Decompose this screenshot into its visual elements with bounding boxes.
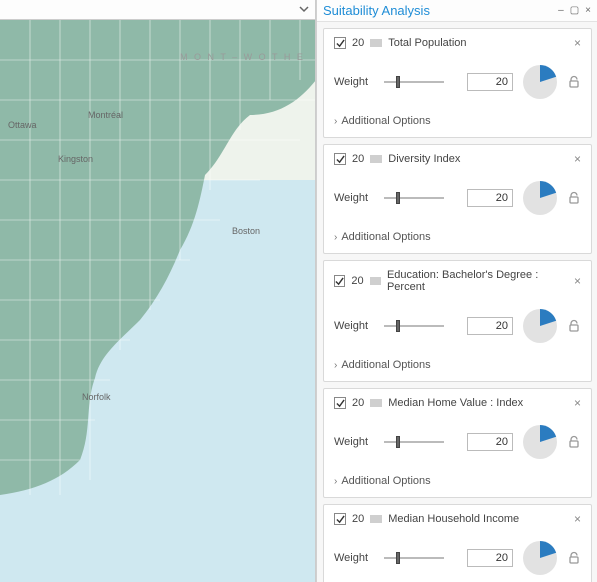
panel-title: Suitability Analysis: [323, 3, 430, 18]
map-label: Boston: [232, 226, 260, 236]
criteria-year-prefix: 20: [351, 275, 363, 287]
criteria-card: 20 Median Home Value : Index × Weight › …: [323, 388, 592, 498]
additional-options-label: Additional Options: [341, 359, 430, 371]
remove-criteria-button[interactable]: ×: [574, 513, 581, 525]
criteria-name: Education: Bachelor's Degree : Percent: [387, 269, 568, 293]
criteria-year-prefix: 20: [352, 37, 364, 49]
additional-options-toggle[interactable]: › Additional Options: [334, 115, 581, 127]
weight-slider[interactable]: [384, 319, 444, 333]
criteria-checkbox[interactable]: [334, 513, 346, 525]
chevron-right-icon: ›: [334, 232, 337, 243]
criteria-year-prefix: 20: [352, 397, 364, 409]
redacted-segment: [370, 155, 382, 163]
weight-input[interactable]: [467, 189, 513, 207]
weight-label: Weight: [334, 552, 376, 564]
window-controls: – ▢ ×: [558, 6, 591, 16]
redacted-segment: [370, 399, 382, 407]
weight-slider[interactable]: [384, 191, 444, 205]
remove-criteria-button[interactable]: ×: [574, 153, 581, 165]
weight-slider[interactable]: [384, 435, 444, 449]
panel-header: Suitability Analysis – ▢ ×: [317, 0, 597, 22]
remove-criteria-button[interactable]: ×: [574, 37, 581, 49]
additional-options-label: Additional Options: [341, 115, 430, 127]
weight-pie-icon: [521, 179, 559, 217]
criteria-card: 20 Education: Bachelor's Degree : Percen…: [323, 260, 592, 382]
weight-label: Weight: [334, 76, 376, 88]
map-pane: Ottawa Montréal Kingston Boston Norfolk …: [0, 0, 316, 582]
criteria-card: 20 Total Population × Weight › Additiona…: [323, 28, 592, 138]
maximize-button[interactable]: ▢: [570, 6, 579, 16]
map-label: Kingston: [58, 154, 93, 164]
additional-options-label: Additional Options: [341, 475, 430, 487]
chevron-right-icon: ›: [334, 360, 337, 371]
additional-options-toggle[interactable]: › Additional Options: [334, 359, 581, 371]
criteria-card: 20 Median Household Income × Weight › Ad…: [323, 504, 592, 582]
weight-pie-icon: [521, 539, 559, 577]
weight-input[interactable]: [467, 73, 513, 91]
weight-pie-icon: [521, 423, 559, 461]
map-road-label: M O N T – W O T H E: [180, 52, 305, 62]
criteria-list: 20 Total Population × Weight › Additiona…: [317, 22, 597, 582]
weight-pie-icon: [521, 63, 559, 101]
weight-label: Weight: [334, 320, 376, 332]
minimize-button[interactable]: –: [558, 6, 564, 16]
criteria-name: Median Home Value : Index: [388, 397, 523, 409]
map-canvas[interactable]: Ottawa Montréal Kingston Boston Norfolk …: [0, 20, 315, 582]
remove-criteria-button[interactable]: ×: [574, 275, 581, 287]
redacted-segment: [370, 277, 381, 285]
map-label: Montréal: [88, 110, 123, 120]
weight-input[interactable]: [467, 549, 513, 567]
panel-close-button[interactable]: ×: [585, 6, 591, 16]
weight-pie-icon: [521, 307, 559, 345]
criteria-year-prefix: 20: [352, 153, 364, 165]
remove-criteria-button[interactable]: ×: [574, 397, 581, 409]
criteria-checkbox[interactable]: [334, 37, 346, 49]
weight-input[interactable]: [467, 433, 513, 451]
lock-icon[interactable]: [567, 75, 581, 89]
map-label: Norfolk: [82, 392, 111, 402]
lock-icon[interactable]: [567, 191, 581, 205]
criteria-name: Median Household Income: [388, 513, 519, 525]
suitability-panel: Suitability Analysis – ▢ × 20 Total Popu…: [316, 0, 597, 582]
map-dropdown-bar[interactable]: [0, 0, 315, 20]
map-label: Ottawa: [8, 120, 37, 130]
redacted-segment: [370, 515, 382, 523]
additional-options-toggle[interactable]: › Additional Options: [334, 231, 581, 243]
weight-label: Weight: [334, 436, 376, 448]
criteria-name: Diversity Index: [388, 153, 460, 165]
lock-icon[interactable]: [567, 319, 581, 333]
weight-label: Weight: [334, 192, 376, 204]
criteria-checkbox[interactable]: [334, 275, 345, 287]
additional-options-toggle[interactable]: › Additional Options: [334, 475, 581, 487]
weight-slider[interactable]: [384, 75, 444, 89]
chevron-right-icon: ›: [334, 116, 337, 127]
lock-icon[interactable]: [567, 551, 581, 565]
weight-slider[interactable]: [384, 551, 444, 565]
criteria-checkbox[interactable]: [334, 397, 346, 409]
weight-input[interactable]: [467, 317, 513, 335]
additional-options-label: Additional Options: [341, 231, 430, 243]
criteria-name: Total Population: [388, 37, 466, 49]
redacted-segment: [370, 39, 382, 47]
criteria-year-prefix: 20: [352, 513, 364, 525]
chevron-down-icon: [299, 1, 309, 19]
criteria-checkbox[interactable]: [334, 153, 346, 165]
criteria-card: 20 Diversity Index × Weight › Additional…: [323, 144, 592, 254]
lock-icon[interactable]: [567, 435, 581, 449]
chevron-right-icon: ›: [334, 476, 337, 487]
